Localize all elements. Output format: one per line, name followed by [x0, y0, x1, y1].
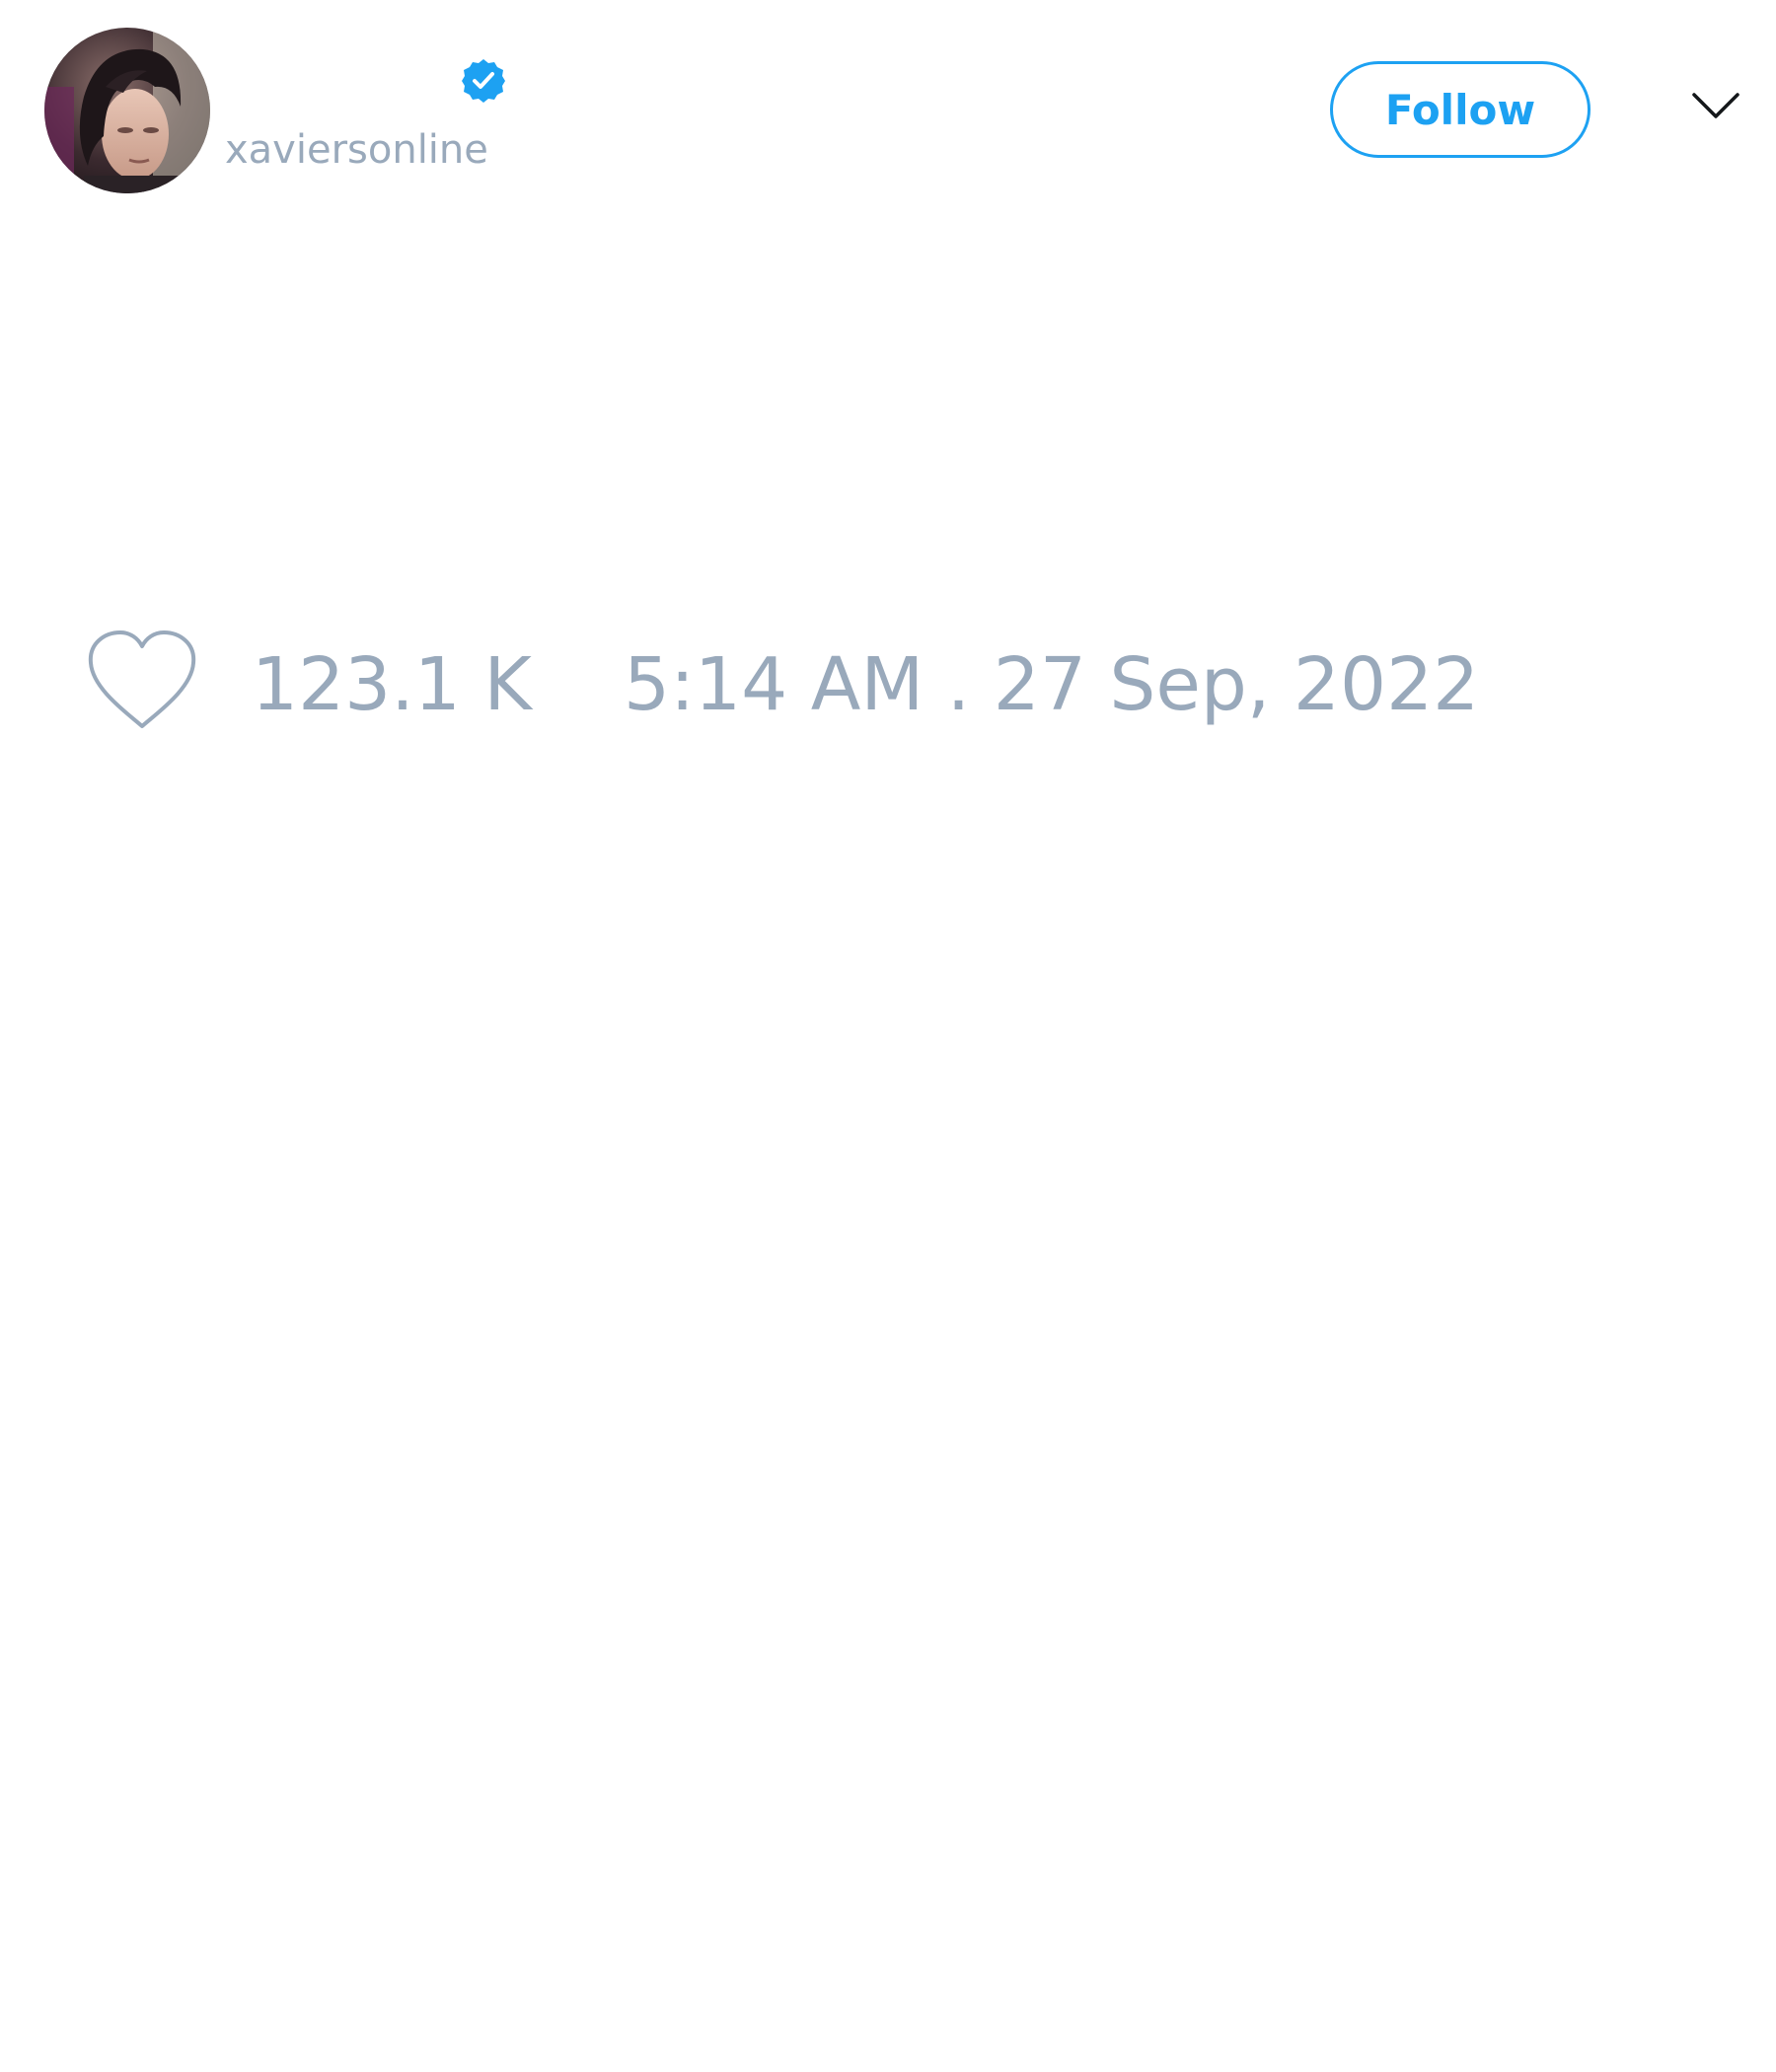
verified-badge-icon — [462, 59, 505, 103]
avatar-photo — [44, 28, 210, 193]
follow-button[interactable]: Follow — [1330, 61, 1591, 158]
heart-outline-icon[interactable] — [87, 629, 197, 732]
avatar[interactable] — [44, 28, 210, 193]
tweet-timestamp[interactable]: 5:14 AM . 27 Sep, 2022 — [624, 643, 1479, 726]
tweet-action-row: 123.1 K 5:14 AM . 27 Sep, 2022 — [0, 622, 1776, 740]
tweet-header: xaviersonline Follow — [0, 0, 1776, 227]
author-handle[interactable]: xaviersonline — [225, 126, 488, 174]
chevron-down-icon[interactable] — [1691, 91, 1740, 122]
like-count: 123.1 K — [252, 642, 532, 727]
